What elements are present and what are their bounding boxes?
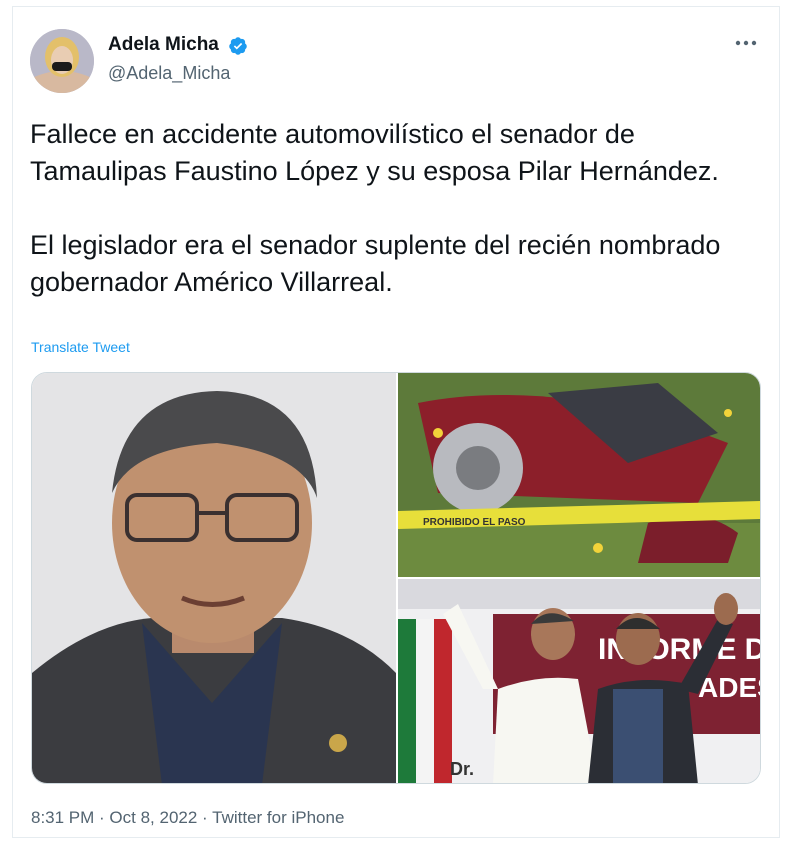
tweet-date[interactable]: Oct 8, 2022 bbox=[109, 808, 197, 827]
tweet-time[interactable]: 8:31 PM bbox=[31, 808, 94, 827]
meta-separator: · bbox=[94, 808, 110, 827]
event-photo-image[interactable]: INFORME DE ADES Dr. bbox=[398, 579, 761, 783]
crash-tape-text: PROHIBIDO EL PASO bbox=[423, 517, 526, 528]
more-options-icon[interactable] bbox=[733, 30, 759, 56]
crash-scene-image[interactable]: PROHIBIDO EL PASO bbox=[398, 373, 760, 577]
author-name[interactable]: Adela Micha bbox=[108, 34, 219, 56]
translate-tweet-link[interactable]: Translate Tweet bbox=[31, 339, 130, 355]
author-avatar[interactable] bbox=[30, 29, 94, 93]
verified-badge-icon bbox=[229, 37, 247, 55]
tweet-paragraph: El legislador era el senador suplente de… bbox=[30, 230, 721, 297]
meta-separator: · bbox=[197, 808, 213, 827]
event-banner-name: Dr. bbox=[450, 759, 474, 779]
senator-portrait-image[interactable] bbox=[32, 373, 396, 783]
tweet-media-grid[interactable]: PROHIBIDO EL PASO INFORME DE ADES Dr. bbox=[31, 372, 761, 784]
tweet-source[interactable]: Twitter for iPhone bbox=[212, 808, 344, 827]
event-banner-text-2: ADES bbox=[698, 672, 761, 703]
author-handle[interactable]: @Adela_Micha bbox=[108, 63, 230, 84]
tweet-meta: 8:31 PM · Oct 8, 2022 · Twitter for iPho… bbox=[31, 808, 344, 828]
tweet-paragraph: Fallece en accidente automovilístico el … bbox=[30, 119, 719, 186]
tweet-text: Fallece en accidente automovilístico el … bbox=[30, 116, 750, 301]
